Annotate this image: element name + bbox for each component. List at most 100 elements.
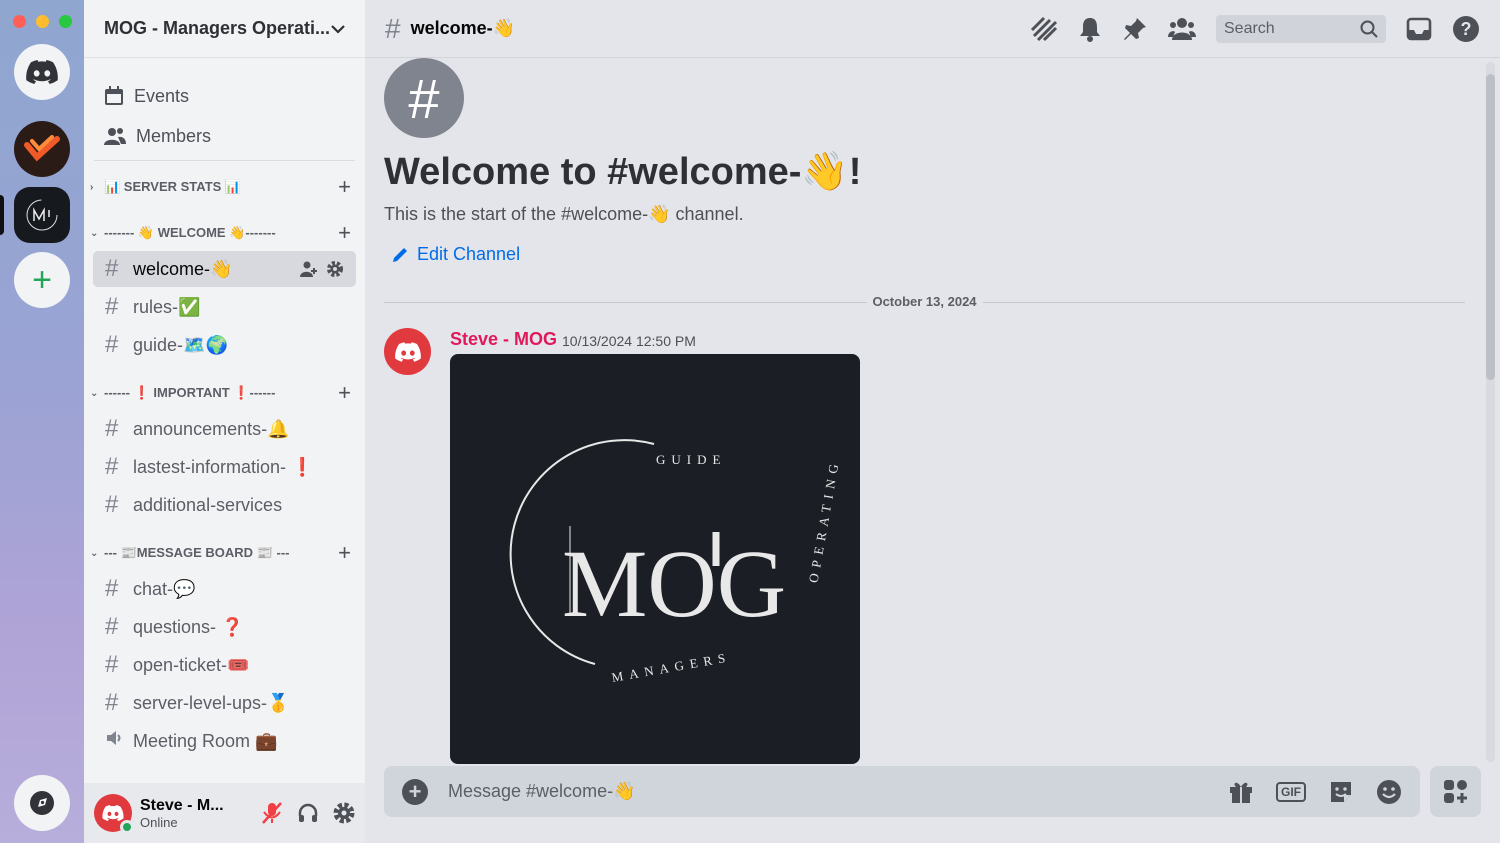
selected-server-indicator — [0, 195, 4, 235]
chevron-down-icon: ⌄ — [90, 387, 99, 399]
category-server-stats[interactable]: › 📊 SERVER STATS 📊 + — [84, 171, 365, 203]
hash-icon: # — [105, 575, 119, 602]
category-welcome[interactable]: ⌄ ------- 👋 WELCOME 👋------- + — [84, 217, 365, 249]
hash-icon: # — [105, 613, 119, 640]
direct-messages-button[interactable] — [14, 44, 70, 100]
channel-hash-badge: # — [384, 58, 464, 138]
channel-label: Meeting Room 💼 — [133, 730, 278, 751]
channel-sidebar: MOG - Managers Operati... Events Members… — [84, 0, 365, 843]
message-author[interactable]: Steve - MOG — [450, 329, 557, 350]
server-rail: + — [0, 0, 84, 843]
invite-member-icon[interactable] — [300, 260, 318, 278]
channel-chat[interactable]: # chat-💬 — [93, 571, 356, 607]
channel-open-ticket[interactable]: # open-ticket-🎟️ — [93, 647, 356, 683]
hash-icon: # — [105, 255, 119, 282]
headphones-icon[interactable] — [297, 802, 319, 824]
search-icon — [1360, 20, 1378, 38]
channel-questions[interactable]: # questions- ❓ — [93, 609, 356, 645]
pin-icon[interactable] — [1122, 16, 1148, 42]
channel-label: chat-💬 — [133, 578, 196, 599]
channel-label: questions- ❓ — [133, 616, 244, 637]
user-info[interactable]: Steve - M... Online — [140, 797, 224, 830]
microphone-muted-icon[interactable] — [261, 801, 283, 825]
hash-icon: # — [105, 491, 119, 518]
channel-label: lastest-information- ❗ — [133, 456, 314, 477]
help-icon[interactable]: ? — [1452, 15, 1480, 43]
server-icon-mog[interactable] — [14, 187, 70, 243]
member-list-icon[interactable] — [1168, 17, 1196, 41]
speaker-icon — [105, 727, 125, 755]
category-message-board[interactable]: ⌄ --- 📰MESSAGE BOARD 📰 --- + — [84, 537, 365, 569]
channel-announcements[interactable]: # announcements-🔔 — [93, 411, 356, 447]
category-important[interactable]: ⌄ ------ ❗ IMPORTANT ❗------ + — [84, 377, 365, 409]
server-icon-orange[interactable] — [14, 121, 70, 177]
message-input[interactable]: Message #welcome-👋 — [448, 781, 1228, 802]
window-close-button[interactable] — [13, 15, 26, 28]
mog-logo-icon — [26, 199, 58, 231]
hash-icon: # — [105, 689, 119, 716]
channel-guide[interactable]: # guide-🗺️🌍 — [93, 327, 356, 363]
message-scrollbar[interactable] — [1486, 62, 1495, 762]
channel-topbar: # welcome-👋 Search ? — [365, 0, 1500, 58]
user-panel: Steve - M... Online — [84, 783, 365, 843]
channel-welcome[interactable]: # welcome-👋 — [93, 251, 356, 287]
chevron-right-icon: › — [90, 181, 94, 193]
gear-icon[interactable] — [326, 260, 344, 278]
create-channel-plus-icon[interactable]: + — [338, 220, 351, 246]
channel-label: open-ticket-🎟️ — [133, 654, 250, 675]
hash-icon: # — [105, 331, 119, 358]
welcome-subtitle: This is the start of the #welcome-👋 chan… — [384, 204, 744, 224]
hash-icon: # — [385, 12, 401, 44]
explore-servers-button[interactable] — [14, 775, 70, 831]
channel-label: server-level-ups-🥇 — [133, 692, 290, 713]
create-channel-plus-icon[interactable]: + — [338, 380, 351, 406]
channel-additional-services[interactable]: # additional-services — [93, 487, 356, 523]
ring-text-bottom: MANAGERS — [610, 649, 732, 685]
channel-server-level-ups[interactable]: # server-level-ups-🥇 — [93, 685, 356, 721]
sticker-icon[interactable] — [1328, 779, 1354, 805]
plus-icon: + — [32, 260, 52, 299]
gift-icon[interactable] — [1228, 779, 1254, 805]
server-name: MOG - Managers Operati... — [104, 18, 331, 38]
attach-plus-button[interactable]: + — [402, 778, 428, 805]
window-minimize-button[interactable] — [36, 15, 49, 28]
bell-icon[interactable] — [1078, 16, 1102, 42]
message-author-avatar[interactable] — [384, 328, 431, 375]
window-zoom-button[interactable] — [59, 15, 72, 28]
mog-logo-image: GUIDE OPERATING MANAGERS MOG — [509, 439, 842, 685]
message-composer[interactable]: + Message #welcome-👋 GIF — [384, 766, 1420, 817]
orange-checkmark-logo-icon — [24, 135, 60, 162]
gear-icon[interactable] — [333, 802, 355, 824]
discord-logo-icon — [102, 805, 124, 821]
channel-lastest-information[interactable]: # lastest-information- ❗ — [93, 449, 356, 485]
search-input[interactable]: Search — [1216, 14, 1386, 43]
scrollbar-thumb[interactable] — [1486, 74, 1495, 380]
gif-button[interactable]: GIF — [1276, 781, 1306, 802]
date-divider: October 13, 2024 — [384, 294, 1465, 310]
channel-label: welcome-👋 — [133, 258, 233, 279]
server-header[interactable]: MOG - Managers Operati... — [84, 0, 365, 58]
members-link[interactable]: Members — [94, 116, 355, 156]
user-status: Online — [140, 814, 178, 830]
threads-icon[interactable] — [1030, 16, 1058, 42]
apps-icon — [1443, 779, 1467, 803]
events-link[interactable]: Events — [94, 76, 355, 116]
user-avatar[interactable] — [94, 794, 134, 834]
date-label: October 13, 2024 — [866, 294, 983, 309]
edit-channel-link[interactable]: Edit Channel — [391, 244, 520, 265]
emoji-icon[interactable] — [1376, 779, 1402, 805]
channel-rules[interactable]: # rules-✅ — [93, 289, 356, 325]
category-label: 📊 SERVER STATS 📊 — [104, 179, 242, 194]
channel-title: welcome-👋 — [410, 18, 516, 38]
members-icon — [104, 128, 126, 145]
apps-button[interactable] — [1430, 766, 1481, 817]
message-image-attachment[interactable]: GUIDE OPERATING MANAGERS MOG — [450, 354, 860, 764]
online-status-dot — [120, 820, 134, 834]
create-channel-plus-icon[interactable]: + — [338, 174, 351, 200]
pencil-icon — [393, 247, 407, 262]
inbox-icon[interactable] — [1406, 17, 1432, 41]
create-channel-plus-icon[interactable]: + — [338, 540, 351, 566]
message-area: # Welcome to #welcome-👋! This is the sta… — [365, 58, 1485, 764]
add-server-button[interactable]: + — [14, 252, 70, 308]
voice-channel-meeting-room[interactable]: Meeting Room 💼 — [93, 723, 356, 759]
